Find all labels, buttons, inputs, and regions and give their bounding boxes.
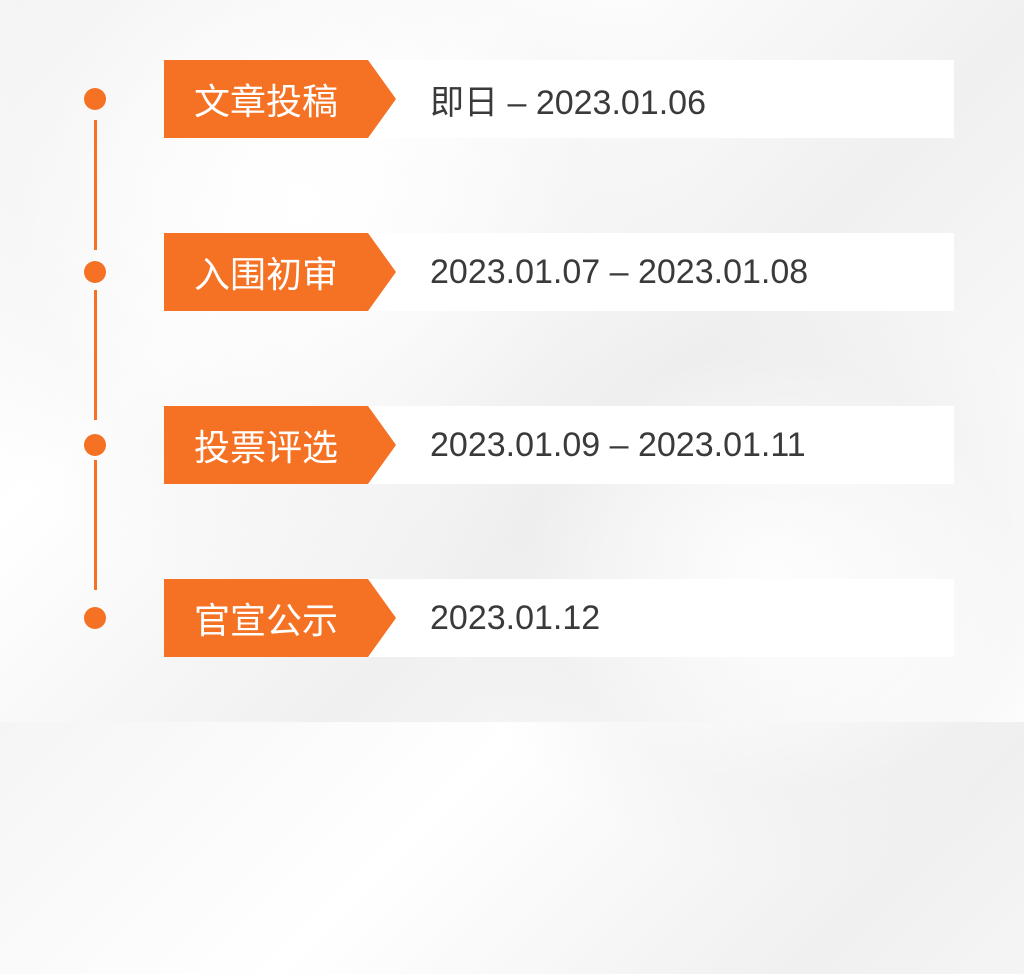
timeline-item-review: 入围初审 2023.01.07 – 2023.01.08	[70, 233, 954, 311]
timeline-dot-icon	[84, 434, 106, 456]
timeline-connector	[94, 290, 97, 420]
timeline-date: 2023.01.12	[368, 579, 630, 657]
timeline-content-card: 官宣公示 2023.01.12	[164, 579, 954, 657]
timeline-date: 2023.01.09 – 2023.01.11	[368, 406, 836, 484]
timeline-connector	[94, 460, 97, 590]
timeline-item-submission: 文章投稿 即日 – 2023.01.06	[70, 60, 954, 138]
timeline-label: 入围初审	[164, 233, 368, 311]
timeline-dot-icon	[84, 607, 106, 629]
timeline-content-card: 投票评选 2023.01.09 – 2023.01.11	[164, 406, 954, 484]
timeline-label: 文章投稿	[164, 60, 368, 138]
timeline-dot-icon	[84, 261, 106, 283]
timeline-item-voting: 投票评选 2023.01.09 – 2023.01.11	[70, 406, 954, 484]
timeline-container: 文章投稿 即日 – 2023.01.06 入围初审 2023.01.07 – 2…	[0, 0, 1024, 697]
timeline-connector	[94, 120, 97, 250]
timeline-content-card: 文章投稿 即日 – 2023.01.06	[164, 60, 954, 138]
timeline-label: 官宣公示	[164, 579, 368, 657]
timeline-dot-icon	[84, 88, 106, 110]
timeline-item-announcement: 官宣公示 2023.01.12	[70, 579, 954, 657]
timeline-label: 投票评选	[164, 406, 368, 484]
timeline-content-card: 入围初审 2023.01.07 – 2023.01.08	[164, 233, 954, 311]
timeline-date: 即日 – 2023.01.06	[368, 60, 736, 138]
timeline-date: 2023.01.07 – 2023.01.08	[368, 233, 838, 311]
